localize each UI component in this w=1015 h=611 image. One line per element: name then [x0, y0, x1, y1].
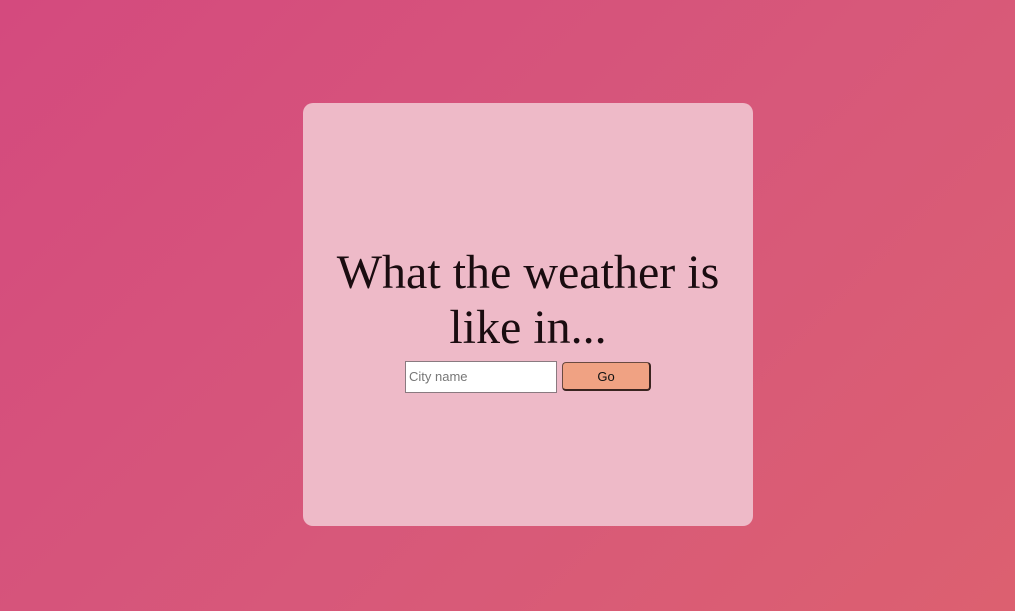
weather-card: What the weather is like in... Go	[303, 103, 753, 526]
page-title: What the weather is like in...	[336, 245, 720, 354]
city-input[interactable]	[405, 360, 557, 393]
go-button[interactable]: Go	[562, 362, 651, 391]
search-form: Go	[405, 360, 651, 393]
